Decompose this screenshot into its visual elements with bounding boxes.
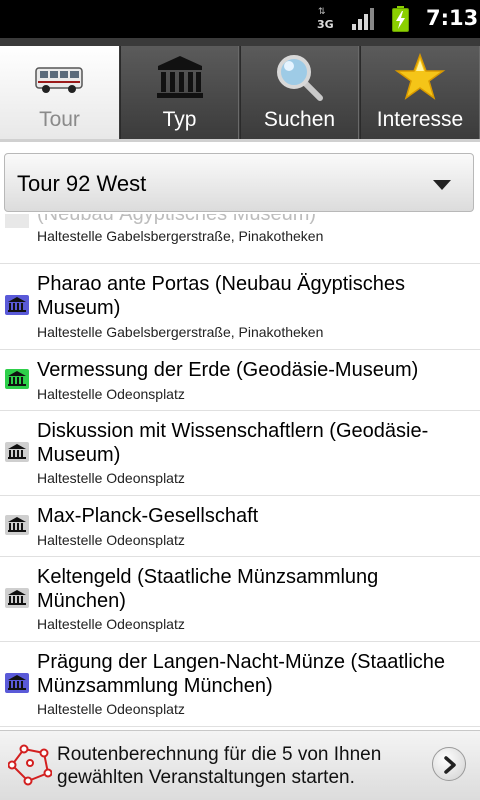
museum-icon — [5, 369, 29, 389]
museum-icon — [5, 295, 29, 315]
list-item-subtitle: Haltestelle Odeonsplatz — [37, 470, 185, 486]
route-description: Routenberechnung für die 5 von Ihnen gew… — [57, 744, 382, 788]
list-item[interactable]: Max-Planck-Gesellschaft Haltestelle Odeo… — [0, 496, 480, 557]
network-3g-icon: ⇅ 3G — [317, 7, 334, 31]
list-item[interactable]: Prägung der Langen-Nacht-Münze (Staatlic… — [0, 642, 480, 727]
list-item[interactable]: Diskussion mit Wissenschaftlern (Geodäsi… — [0, 411, 480, 496]
list-item-subtitle: Haltestelle Odeonsplatz — [37, 532, 185, 548]
museum-icon — [5, 442, 29, 462]
battery-charging-icon — [392, 6, 409, 32]
list-item[interactable]: Pharao ante Portas (Neubau Ägyptisches M… — [0, 264, 480, 350]
bus-icon — [34, 67, 83, 93]
list-item-title: Diskussion mit Wissenschaftlern (Geodäsi… — [37, 420, 429, 466]
museum-icon — [5, 588, 29, 608]
route-icon — [8, 744, 52, 786]
dropdown-arrow-icon — [433, 180, 451, 190]
chevron-right-icon — [444, 756, 456, 774]
museum-icon — [5, 214, 29, 228]
route-bar[interactable]: Routenberechnung für die 5 von Ihnen gew… — [0, 730, 480, 800]
tab-underline — [0, 139, 480, 142]
tab-bar: Tour Typ Suchen Interesse — [0, 38, 480, 142]
tab-typ[interactable]: Typ — [120, 46, 239, 139]
museum-icon — [5, 673, 29, 693]
tab-suchen[interactable]: Suchen — [240, 46, 359, 139]
list-item-title: (Neubau Ägyptisches Museum) — [37, 214, 317, 225]
status-bar: ⇅ 3G 7:13 — [0, 0, 480, 38]
list-item-subtitle: Haltestelle Odeonsplatz — [37, 616, 185, 632]
network-label: 3G — [317, 18, 334, 31]
list-item-title: Prägung der Langen-Nacht-Münze (Staatlic… — [37, 651, 446, 697]
clock: 7:13 — [426, 6, 479, 30]
tab-typ-label: Typ — [162, 108, 197, 131]
list-item-subtitle: Haltestelle Odeonsplatz — [37, 386, 185, 402]
museum-icon — [5, 515, 29, 535]
list-item-title: Pharao ante Portas (Neubau Ägyptisches M… — [37, 273, 405, 319]
signal-strength-icon — [352, 8, 376, 30]
tab-tour[interactable]: Tour — [0, 46, 119, 139]
list-item-subtitle: Haltestelle Gabelsbergerstraße, Pinakoth… — [37, 228, 324, 244]
tab-interesse[interactable]: Interesse — [360, 46, 480, 139]
search-icon — [276, 55, 323, 101]
museum-icon — [156, 56, 203, 98]
list-item-subtitle: Haltestelle Gabelsbergerstraße, Pinakoth… — [37, 324, 324, 340]
tour-select-value: Tour 92 West — [17, 171, 147, 196]
tab-interesse-label: Interesse — [376, 108, 464, 131]
tab-suchen-label: Suchen — [263, 108, 336, 131]
tour-select-dropdown[interactable]: Tour 92 West — [4, 153, 474, 212]
star-icon — [394, 52, 446, 100]
list-item-subtitle: Haltestelle Odeonsplatz — [37, 701, 185, 717]
list-item[interactable]: Keltengeld (Staatliche Münzsammlung Münc… — [0, 557, 480, 642]
list-item[interactable]: Vermessung der Erde (Geodäsie-Museum) Ha… — [0, 350, 480, 411]
list-item-title: Vermessung der Erde (Geodäsie-Museum) — [37, 359, 419, 381]
tab-tour-label: Tour — [39, 108, 80, 131]
list-item-title: Keltengeld (Staatliche Münzsammlung Münc… — [37, 566, 379, 612]
start-route-button[interactable] — [432, 747, 466, 781]
list-item-title: Max-Planck-Gesellschaft — [37, 505, 259, 527]
list-item[interactable]: (Neubau Ägyptisches Museum) Haltestelle … — [0, 214, 480, 264]
event-list[interactable]: (Neubau Ägyptisches Museum) Haltestelle … — [0, 214, 480, 730]
